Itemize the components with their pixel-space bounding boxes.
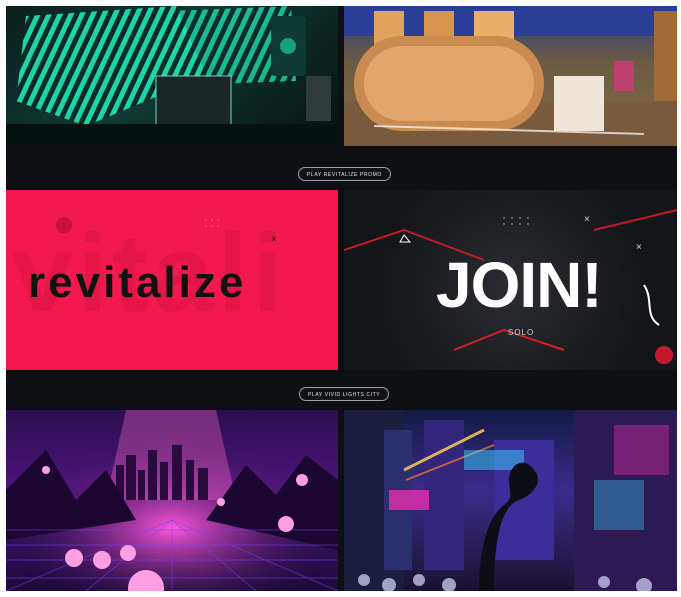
revitalize-decor: × [56, 217, 277, 245]
neon-city-artwork [344, 410, 677, 591]
join-subtitle: SOLO [508, 328, 535, 337]
video-gallery: PLAY REVITALIZE PROMO vitali revitalize … [6, 6, 677, 591]
synthwave-artwork [6, 410, 338, 591]
join-title: JOIN! [436, 249, 603, 321]
play-revitalize-promo-button[interactable]: PLAY REVITALIZE PROMO [298, 167, 391, 181]
video-thumbnail-synthwave[interactable] [6, 410, 338, 591]
video-thumbnail-teal-tech[interactable] [6, 6, 338, 146]
svg-text:×: × [271, 234, 277, 245]
studio-artwork [344, 6, 677, 146]
svg-text:×: × [584, 214, 590, 225]
svg-text:×: × [636, 242, 642, 253]
video-thumbnail-neon-city[interactable] [344, 410, 677, 591]
video-thumbnail-revitalize[interactable]: vitali revitalize × [6, 190, 338, 370]
video-thumbnail-studio[interactable] [344, 6, 677, 146]
video-thumbnail-join[interactable]: × × JOIN! SOLO [344, 190, 677, 370]
teal-tech-artwork [6, 6, 338, 146]
play-vivid-lights-city-button[interactable]: PLAY VIVID LIGHTS CITY [299, 387, 390, 401]
